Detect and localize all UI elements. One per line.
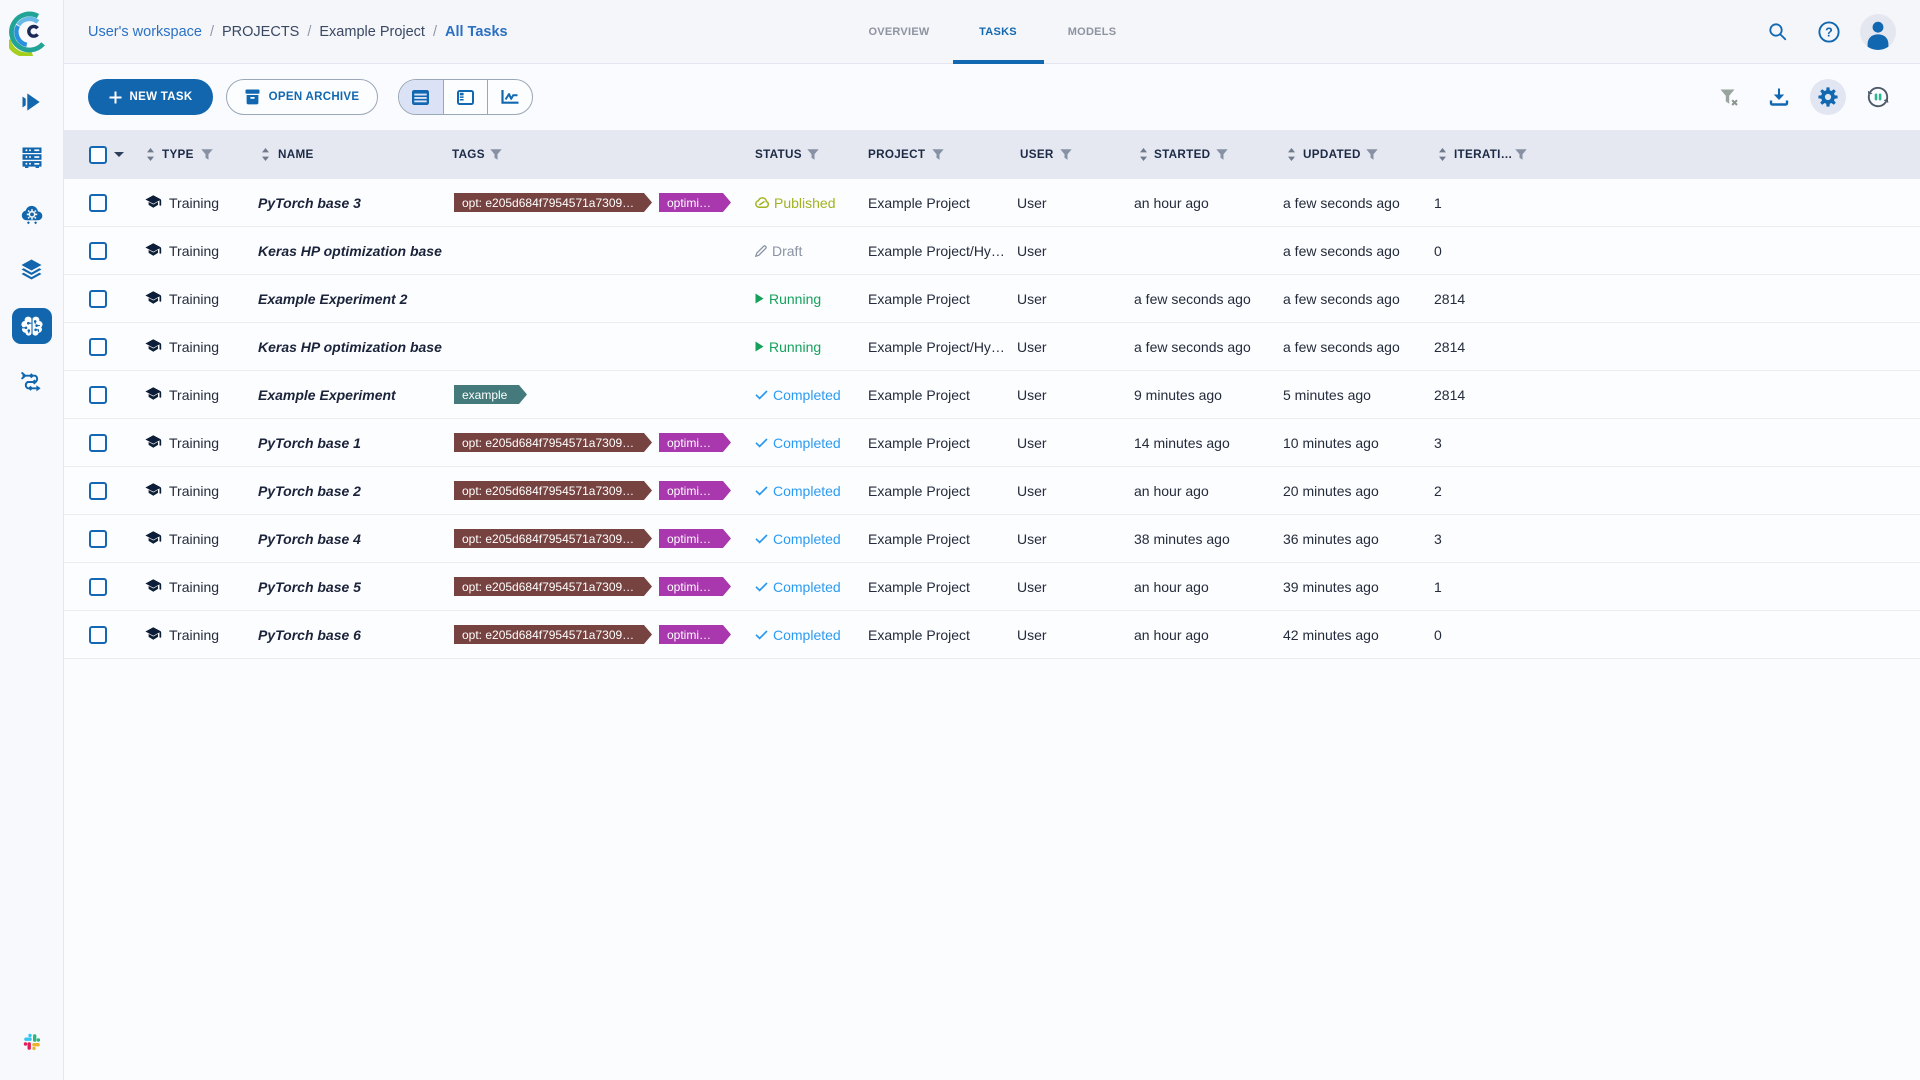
svg-text:?: ? — [1825, 25, 1833, 39]
